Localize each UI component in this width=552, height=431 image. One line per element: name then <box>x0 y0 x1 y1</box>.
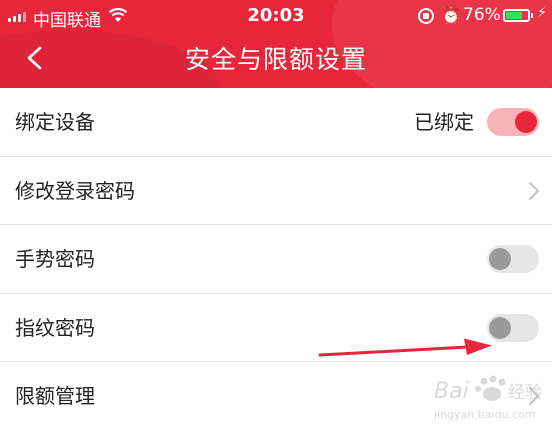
setting-label: 手势密码 <box>15 247 95 271</box>
baidu-watermark-logo: Bai 经验 jingyan.baidu.com <box>433 375 542 421</box>
toggle-knob <box>489 316 511 339</box>
bind-device-toggle[interactable] <box>487 108 539 136</box>
battery-icon <box>503 9 530 22</box>
rotation-lock-icon <box>418 8 434 24</box>
setting-label: 指纹密码 <box>15 315 95 340</box>
svg-text:Bai: Bai <box>434 379 469 404</box>
red-arrow-icon <box>318 338 492 357</box>
setting-row-gesture-password[interactable]: 手势密码 <box>0 225 552 294</box>
status-bar: 中国联通 20:03 ⏰ 76% ⚡ <box>0 0 552 32</box>
battery-percent: 76% <box>463 5 501 25</box>
setting-label: 限额管理 <box>15 384 95 408</box>
app-header: 中国联通 20:03 ⏰ 76% ⚡ 安全与限额设置 <box>0 0 552 88</box>
charging-icon: ⚡ <box>537 5 547 21</box>
toggle-knob <box>515 111 537 133</box>
setting-row-change-login-password[interactable]: 修改登录密码 <box>0 156 552 225</box>
toggle-knob <box>489 248 511 270</box>
svg-text:jingyan.baidu.com: jingyan.baidu.com <box>433 408 536 421</box>
setting-label: 绑定设备 <box>15 110 95 134</box>
fingerprint-password-toggle[interactable] <box>487 313 539 342</box>
gesture-password-toggle[interactable] <box>487 245 539 273</box>
svg-text:经验: 经验 <box>508 383 542 403</box>
page-title: 安全与限额设置 <box>184 45 367 74</box>
setting-label: 修改登录密码 <box>15 178 135 203</box>
chevron-right-icon <box>529 181 540 200</box>
battery-nub <box>531 13 533 18</box>
alarm-icon: ⏰ <box>441 6 461 25</box>
setting-row-bound-device[interactable]: 绑定设备 已绑定 <box>0 88 552 157</box>
bound-status-value: 已绑定 <box>414 110 474 134</box>
